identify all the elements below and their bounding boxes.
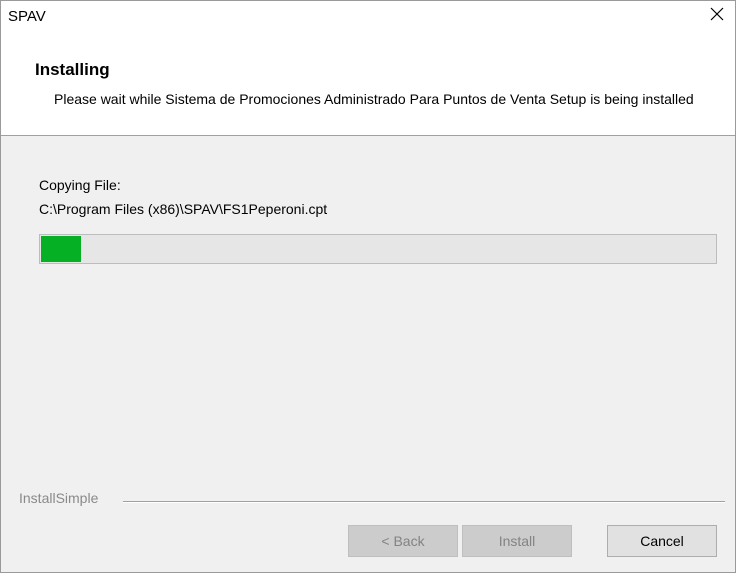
- header-panel: Installing Please wait while Sistema de …: [1, 32, 735, 136]
- cancel-button[interactable]: Cancel: [607, 525, 717, 557]
- page-description: Please wait while Sistema de Promociones…: [54, 91, 694, 107]
- status-file-path: C:\Program Files (x86)\SPAV\FS1Peperoni.…: [39, 201, 328, 217]
- install-button[interactable]: Install: [462, 525, 572, 557]
- title-bar[interactable]: SPAV: [1, 1, 735, 32]
- window-title: SPAV: [8, 8, 46, 25]
- close-button[interactable]: [699, 1, 735, 32]
- progress-bar: [39, 234, 717, 264]
- page-title: Installing: [35, 60, 110, 79]
- back-button[interactable]: < Back: [348, 525, 458, 557]
- brand-divider: [123, 501, 725, 503]
- close-icon: [710, 7, 724, 26]
- installer-window: SPAV Installing Please wait while Sistem…: [0, 0, 736, 573]
- status-label: Copying File:: [39, 177, 121, 193]
- brand-label: InstallSimple: [19, 490, 105, 506]
- progress-fill: [41, 236, 81, 262]
